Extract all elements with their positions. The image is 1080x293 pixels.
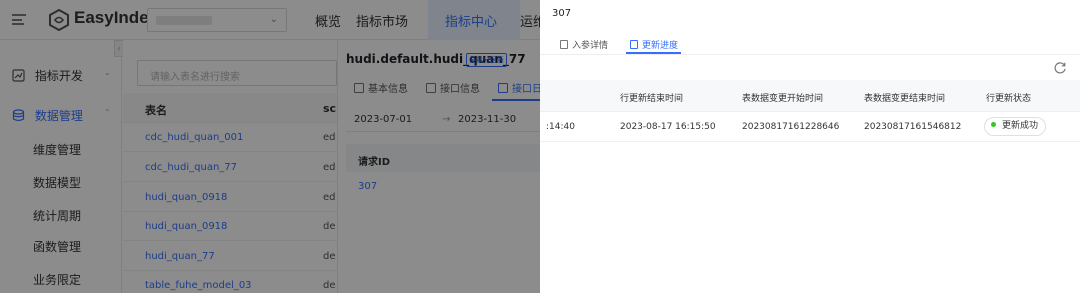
tab-input-params[interactable]: 入参详情: [560, 38, 608, 51]
status-badge: 更新成功: [984, 117, 1047, 136]
refresh-icon[interactable]: [1053, 61, 1067, 75]
request-detail-drawer: 307 入参详情 更新进度 行更新结束时间 表数据变更开始时间 表数据变更结束时…: [540, 0, 1080, 293]
tab-label: 入参详情: [572, 41, 609, 51]
progress-table-header: 行更新结束时间 表数据变更开始时间 表数据变更结束时间 行更新状态: [540, 80, 1080, 112]
tab-update-progress[interactable]: 更新进度: [630, 38, 678, 51]
column-header-row-update-status: 行更新状态: [986, 94, 1032, 104]
app-root: EasyIndex ⌄ 概览 指标市场 指标中心 运维 指标开发 ⌄ 数据管理 …: [0, 0, 1080, 293]
tab-label: 更新进度: [642, 41, 679, 51]
column-header-row-update-end: 行更新结束时间: [620, 94, 684, 104]
progress-doc-icon: [630, 40, 638, 49]
tab-divider: [540, 54, 1080, 55]
modal-mask[interactable]: [0, 0, 540, 293]
document-icon: [560, 40, 568, 49]
column-header-data-change-end: 表数据变更结束时间: [864, 94, 946, 104]
row-update-start-cell: :14:40: [546, 122, 575, 132]
column-header-data-change-start: 表数据变更开始时间: [742, 94, 824, 104]
data-change-start-cell: 20230817161228646: [742, 122, 840, 132]
drawer-title: 307: [552, 8, 572, 19]
data-change-end-cell: 20230817161546812: [864, 122, 962, 132]
table-row: :14:40 2023-08-17 16:15:50 2023081716122…: [540, 112, 1080, 142]
status-dot: [991, 122, 996, 127]
row-update-end-cell: 2023-08-17 16:15:50: [620, 122, 716, 132]
status-text: 更新成功: [1002, 121, 1039, 131]
